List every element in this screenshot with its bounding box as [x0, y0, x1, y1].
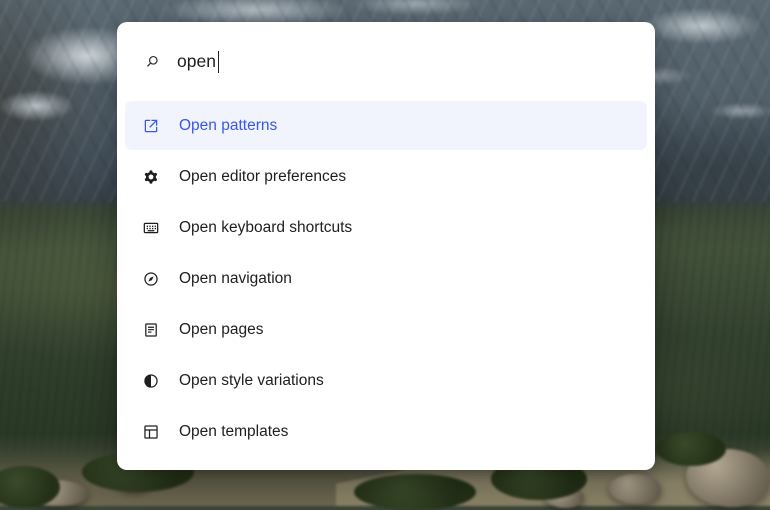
command-item-open-style-variations[interactable]: Open style variations [125, 356, 647, 405]
external-link-icon [141, 116, 161, 136]
command-item-label: Open navigation [179, 269, 292, 287]
command-item-label: Open patterns [179, 116, 278, 134]
command-item-label: Open templates [179, 422, 289, 440]
command-item-open-pages[interactable]: Open pages [125, 305, 647, 354]
keyboard-icon [141, 218, 161, 238]
command-search-row[interactable]: open [117, 22, 655, 101]
compass-icon [141, 269, 161, 289]
command-palette: open Open patterns Open editor preferenc… [117, 22, 655, 470]
command-search-input[interactable]: open [177, 50, 220, 73]
half-circle-icon [141, 371, 161, 391]
search-input-value: open [177, 51, 216, 71]
gear-icon [141, 167, 161, 187]
bush [656, 432, 726, 466]
command-item-open-editor-preferences[interactable]: Open editor preferences [125, 152, 647, 201]
bush [354, 474, 476, 510]
search-icon [143, 52, 162, 71]
text-cursor [217, 50, 220, 73]
command-item-open-patterns[interactable]: Open patterns [125, 101, 647, 150]
command-item-label: Open editor preferences [179, 167, 347, 185]
command-item-open-navigation[interactable]: Open navigation [125, 254, 647, 303]
command-item-label: Open pages [179, 320, 264, 338]
page-icon [141, 320, 161, 340]
command-results-list: Open patterns Open editor preferences Op… [117, 101, 655, 456]
command-item-open-templates[interactable]: Open templates [125, 407, 647, 456]
template-layout-icon [141, 422, 161, 442]
command-item-open-keyboard-shortcuts[interactable]: Open keyboard shortcuts [125, 203, 647, 252]
command-item-label: Open keyboard shortcuts [179, 218, 353, 236]
command-item-label: Open style variations [179, 371, 324, 389]
